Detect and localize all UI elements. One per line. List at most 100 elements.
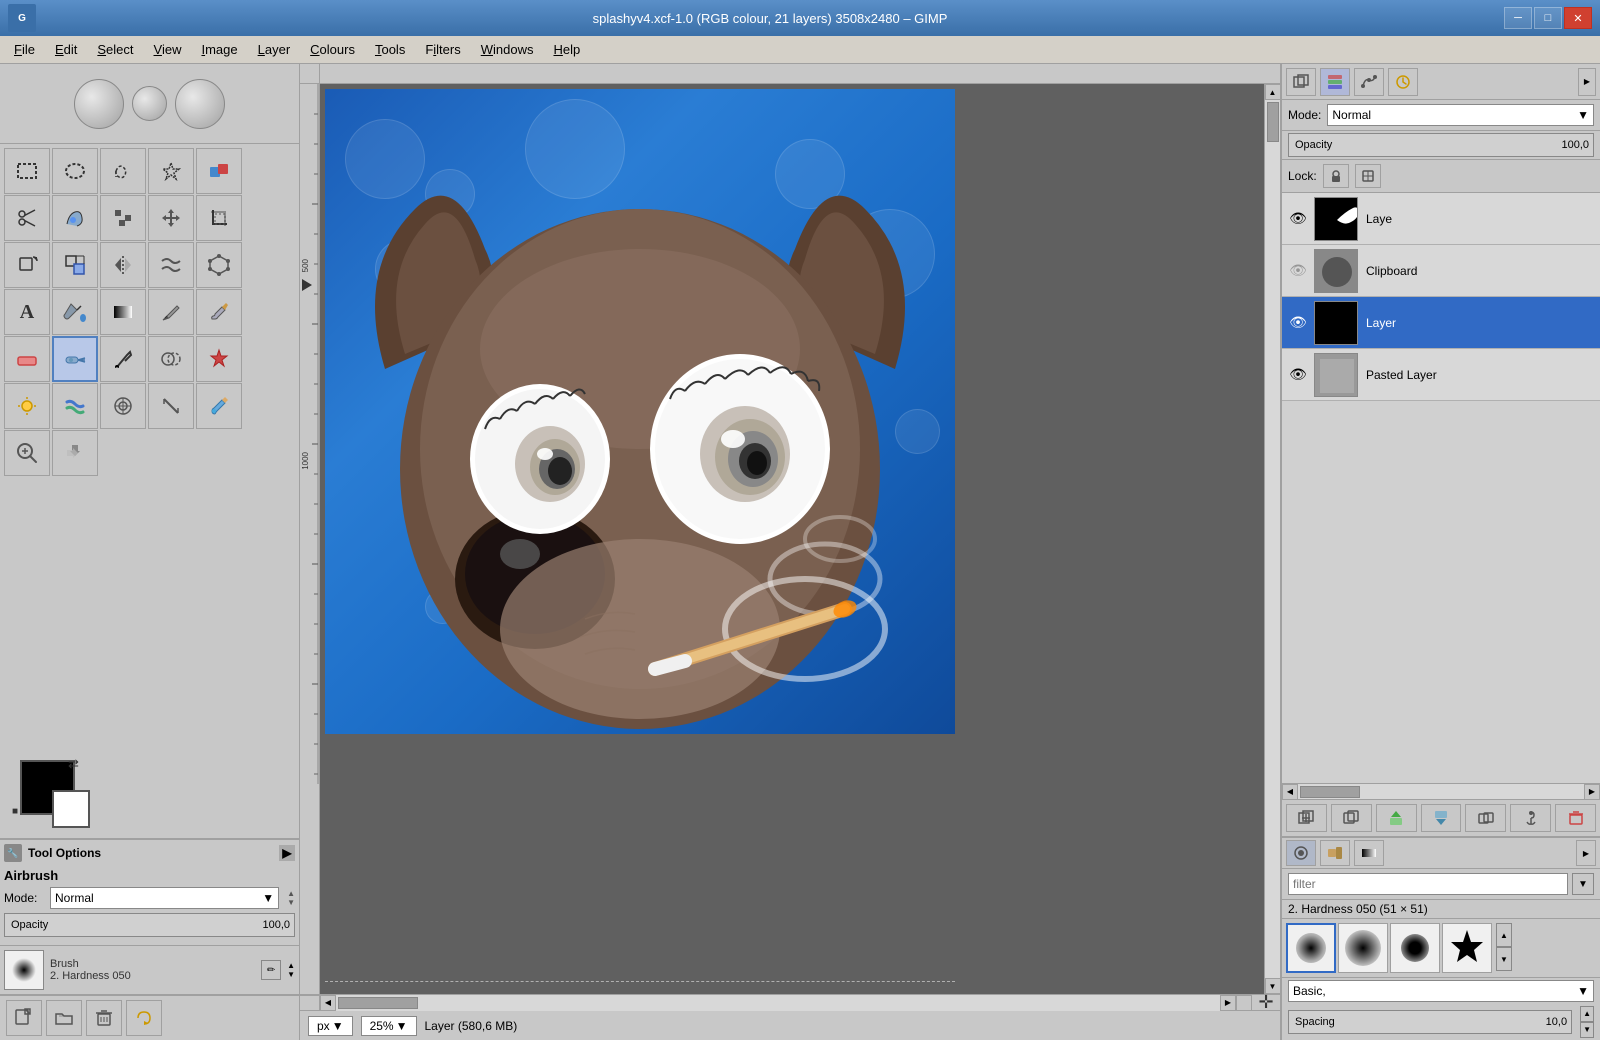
tool-ink[interactable] bbox=[100, 336, 146, 382]
tool-options-arrow[interactable]: ▶ bbox=[279, 845, 295, 861]
brush-down[interactable]: ▼ bbox=[287, 970, 295, 979]
lock-pixels-btn[interactable] bbox=[1323, 164, 1349, 188]
lock-position-btn[interactable] bbox=[1355, 164, 1381, 188]
layers-paths-btn[interactable] bbox=[1354, 68, 1384, 96]
menu-image[interactable]: Image bbox=[191, 39, 247, 60]
tool-lasso[interactable] bbox=[100, 148, 146, 194]
menu-windows[interactable]: Windows bbox=[471, 39, 544, 60]
close-button[interactable]: ✕ bbox=[1564, 7, 1592, 29]
open-image-btn[interactable] bbox=[46, 1000, 82, 1036]
unit-dropdown[interactable]: px ▼ bbox=[308, 1016, 353, 1036]
layers-pages-btn[interactable] bbox=[1286, 68, 1316, 96]
menu-layer[interactable]: Layer bbox=[248, 39, 301, 60]
minimize-button[interactable]: ─ bbox=[1504, 7, 1532, 29]
new-layer-btn[interactable] bbox=[1286, 804, 1327, 832]
tool-bucket[interactable] bbox=[52, 289, 98, 335]
layer-item-3[interactable]: 👁 Layer bbox=[1282, 297, 1600, 349]
anchor-layer-btn[interactable] bbox=[1510, 804, 1551, 832]
layers-channels-btn[interactable] bbox=[1320, 68, 1350, 96]
tool-paintbrush[interactable] bbox=[196, 289, 242, 335]
swap-colors-icon[interactable]: ⇄ bbox=[68, 756, 79, 772]
brushes-tab-1[interactable] bbox=[1286, 840, 1316, 866]
brushes-tab-3[interactable] bbox=[1354, 840, 1384, 866]
brush-cell-1[interactable] bbox=[1286, 923, 1336, 973]
scroll-h-thumb[interactable] bbox=[338, 997, 418, 1009]
tool-eraser[interactable] bbox=[4, 336, 50, 382]
background-color[interactable] bbox=[52, 790, 90, 828]
menu-help[interactable]: Help bbox=[543, 39, 590, 60]
tool-text[interactable]: A bbox=[4, 289, 50, 335]
tool-smudge[interactable] bbox=[52, 383, 98, 429]
spacing-down[interactable]: ▼ bbox=[1580, 1022, 1594, 1038]
tool-zoom[interactable] bbox=[4, 430, 50, 476]
mode-up[interactable]: ▲ bbox=[287, 889, 295, 898]
layers-scroll-right[interactable]: ▶ bbox=[1584, 784, 1600, 800]
opacity-slider-row[interactable]: Opacity 100,0 bbox=[4, 913, 295, 937]
tool-rectangle-select[interactable] bbox=[4, 148, 50, 194]
brush-cell-4[interactable] bbox=[1442, 923, 1492, 973]
spacing-bar[interactable]: Spacing 10,0 bbox=[1288, 1010, 1572, 1034]
mode-dropdown[interactable]: Normal ▼ bbox=[50, 887, 279, 909]
menu-select[interactable]: Select bbox=[87, 39, 143, 60]
script-fu-btn[interactable] bbox=[126, 1000, 162, 1036]
layers-opacity-bar[interactable]: Opacity 100,0 bbox=[1288, 133, 1594, 157]
scroll-v-thumb[interactable] bbox=[1267, 102, 1279, 142]
tool-move[interactable] bbox=[148, 195, 194, 241]
layers-panel-arrow[interactable]: ▶ bbox=[1578, 68, 1596, 96]
layer-4-eye[interactable]: 👁 bbox=[1286, 363, 1310, 387]
tool-warp[interactable] bbox=[148, 242, 194, 288]
brush-filter-arrow-icon[interactable]: ▼ bbox=[1572, 873, 1594, 895]
layers-scroll-left[interactable]: ◀ bbox=[1282, 784, 1298, 800]
delete-layer-btn[interactable] bbox=[1555, 804, 1596, 832]
tool-measure[interactable] bbox=[148, 383, 194, 429]
brush-grid-up[interactable]: ▲ bbox=[1496, 923, 1512, 947]
tool-fuzzy[interactable] bbox=[148, 148, 194, 194]
duplicate-layer-btn[interactable] bbox=[1465, 804, 1506, 832]
layer-1-eye[interactable]: 👁 bbox=[1286, 207, 1310, 231]
brush-filter-input[interactable] bbox=[1288, 873, 1568, 895]
zoom-dropdown[interactable]: 25% ▼ bbox=[361, 1016, 417, 1036]
menu-view[interactable]: View bbox=[144, 39, 192, 60]
layer-item-2[interactable]: 👁 Clipboard bbox=[1282, 245, 1600, 297]
tool-color-picker[interactable] bbox=[196, 383, 242, 429]
layer-3-eye[interactable]: 👁 bbox=[1286, 311, 1310, 335]
spacing-up[interactable]: ▲ bbox=[1580, 1006, 1594, 1022]
open-layer-btn[interactable] bbox=[1331, 804, 1372, 832]
tool-convolve[interactable] bbox=[100, 383, 146, 429]
tool-colors[interactable] bbox=[196, 148, 242, 194]
tool-clone[interactable] bbox=[148, 336, 194, 382]
brushes-tab-2[interactable] bbox=[1320, 840, 1350, 866]
menu-edit[interactable]: Edit bbox=[45, 39, 87, 60]
menu-file[interactable]: File bbox=[4, 39, 45, 60]
scroll-v-up[interactable]: ▲ bbox=[1265, 84, 1281, 100]
brushes-panel-arrow[interactable]: ▶ bbox=[1576, 840, 1596, 866]
layer-2-eye[interactable]: 👁 bbox=[1286, 259, 1310, 283]
tool-crop[interactable] bbox=[196, 195, 242, 241]
brush-cell-2[interactable] bbox=[1338, 923, 1388, 973]
lower-layer-btn[interactable] bbox=[1421, 804, 1462, 832]
tool-scissors[interactable] bbox=[4, 195, 50, 241]
menu-colours[interactable]: Colours bbox=[300, 39, 365, 60]
tool-ellipse-select[interactable] bbox=[52, 148, 98, 194]
brush-up[interactable]: ▲ bbox=[287, 961, 295, 970]
layer-item-4[interactable]: 👁 Pasted Layer bbox=[1282, 349, 1600, 401]
mode-down[interactable]: ▼ bbox=[287, 898, 295, 907]
tool-cage[interactable] bbox=[196, 242, 242, 288]
tool-foreground-select[interactable] bbox=[52, 195, 98, 241]
menu-filters[interactable]: Filters bbox=[415, 39, 470, 60]
reset-colors-icon[interactable]: ■ bbox=[12, 806, 18, 817]
delete-btn[interactable] bbox=[86, 1000, 122, 1036]
new-image-btn[interactable] bbox=[6, 1000, 42, 1036]
tool-align[interactable] bbox=[100, 195, 146, 241]
brush-type-dropdown[interactable]: Basic, ▼ bbox=[1288, 980, 1594, 1002]
tool-flip[interactable] bbox=[100, 242, 146, 288]
brush-cell-3[interactable] bbox=[1390, 923, 1440, 973]
tool-scale[interactable] bbox=[52, 242, 98, 288]
tool-pan[interactable] bbox=[52, 430, 98, 476]
tool-gradient[interactable] bbox=[100, 289, 146, 335]
canvas-viewport[interactable] bbox=[320, 84, 1264, 994]
layers-history-btn[interactable] bbox=[1388, 68, 1418, 96]
menu-tools[interactable]: Tools bbox=[365, 39, 415, 60]
tool-heal[interactable] bbox=[196, 336, 242, 382]
scroll-h-right[interactable]: ▶ bbox=[1220, 995, 1236, 1011]
